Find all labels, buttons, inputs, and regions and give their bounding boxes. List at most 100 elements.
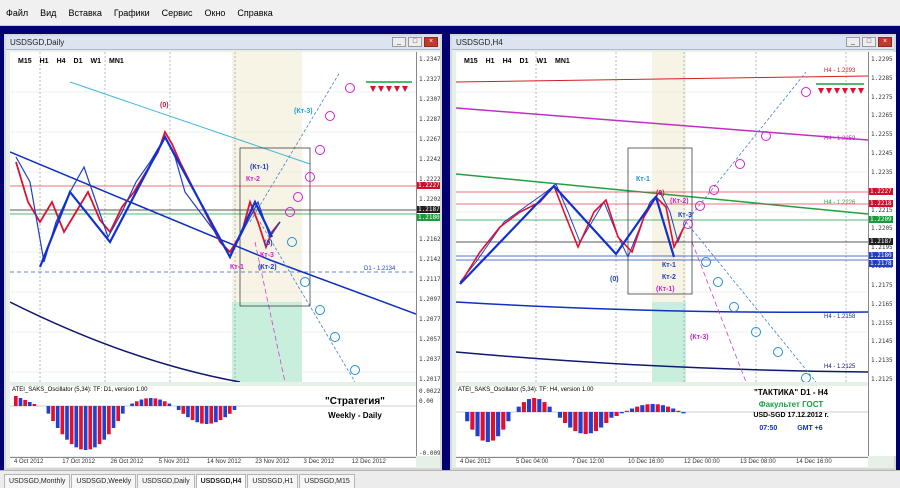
window-titlebar[interactable]: USDSGD,H4 _ □ × — [452, 36, 894, 50]
price-tick: 1.2287 — [419, 116, 440, 123]
oscillator-panel[interactable]: ATEI_SAKS_Oscillator (5,34): TF: D1, ver… — [10, 386, 416, 456]
wave-label-kt1-low: Кт-1 — [230, 264, 244, 271]
timeframe-button[interactable]: D1 — [520, 58, 529, 65]
caption-title: "Стратегия" — [325, 396, 385, 407]
oscillator-bar — [214, 406, 218, 423]
chart-tab[interactable]: USDSGD,H4 — [195, 474, 247, 488]
caption-time-row: 07:50 GMT +6 — [716, 425, 866, 432]
oscillator-bar — [676, 410, 681, 412]
menu-item[interactable]: Окно — [205, 8, 226, 18]
minimize-button[interactable]: _ — [846, 37, 860, 47]
price-tick: 1.2077 — [419, 316, 440, 323]
zigzag-red — [459, 184, 685, 285]
price-tick: 1.2235 — [871, 168, 893, 176]
maximize-button[interactable]: □ — [408, 37, 422, 47]
window-titlebar[interactable]: USDSGD,Daily _ □ × — [6, 36, 440, 50]
time-axis[interactable]: 4 Oct 2012 17 Oct 2012 26 Oct 2012 5 Nov 20… — [10, 457, 416, 467]
timeframe-button[interactable]: H4 — [503, 58, 512, 65]
time-axis[interactable]: 4 Dec 2012 5 Dec 04:00 7 Dec 12:00 10 Dec 1… — [456, 457, 868, 467]
timeframe-button[interactable]: H1 — [486, 58, 495, 65]
price-badge: 1.2227 — [869, 188, 893, 195]
menu-item[interactable]: Справка — [237, 8, 272, 18]
chart-window-h4[interactable]: USDSGD,H4 _ □ × M15 H1 H4 D1 W1 MN1 Кт-1… — [450, 34, 896, 470]
price-badge: 1.2227 — [417, 182, 440, 189]
price-tick: 1.2037 — [419, 356, 440, 363]
wave-blue-main — [459, 184, 676, 285]
oscillator-bar — [609, 412, 614, 418]
price-tick: 1.2275 — [871, 93, 893, 101]
chart-tab[interactable]: USDSGD,Weekly — [71, 474, 137, 488]
price-tick: 1.2327 — [419, 76, 440, 83]
wave-label-kt3: Кт-3 — [678, 212, 692, 219]
menu-item[interactable]: Сервис — [162, 8, 193, 18]
h4-level-label: H4 - 1.2293 — [824, 68, 856, 74]
oscillator-title: ATEI_SAKS_Oscillator (5,34): TF: D1, ver… — [12, 387, 148, 393]
time-tick: 12 Dec 2012 — [351, 459, 386, 465]
time-tick: 5 Dec 04:00 — [516, 459, 549, 465]
target-zone — [232, 302, 302, 382]
oscillator-bar — [153, 398, 158, 406]
caption-faculty: Факультет ГОСТ — [758, 400, 824, 409]
price-tick: 1.2265 — [871, 112, 893, 120]
price-badge: 1.2178 — [869, 260, 893, 267]
price-tick: 1.2142 — [419, 256, 440, 263]
oscillator-bar — [51, 406, 55, 422]
timeframe-button[interactable]: W1 — [90, 58, 101, 65]
oscillator-bar — [604, 412, 609, 423]
minimize-button[interactable]: _ — [392, 37, 406, 47]
chart-tab[interactable]: USDSGD,M15 — [299, 474, 355, 488]
price-tick: 1.2307 — [419, 96, 440, 103]
maximize-button[interactable]: □ — [862, 37, 876, 47]
oscillator-bar — [181, 406, 186, 414]
menu-item[interactable]: Вставка — [68, 8, 101, 18]
oscillator-bar — [516, 406, 521, 412]
oscillator-bar — [23, 400, 27, 406]
price-chart[interactable]: M15 H1 H4 D1 W1 MN1 (0) (Кт-3) (Кт-1) Кт-2 Кт… — [10, 52, 416, 382]
oscillator-bar — [496, 412, 501, 437]
close-button[interactable]: × — [878, 37, 892, 47]
timeframe-button[interactable]: MN1 — [109, 58, 124, 65]
price-tick: 1.2057 — [419, 336, 440, 343]
timeframe-button[interactable]: D1 — [74, 58, 83, 65]
caption-title: "ТАКТИКА" D1 - H4 — [754, 388, 828, 397]
chart-tab[interactable]: USDSGD,H1 — [247, 474, 299, 488]
chart-tab[interactable]: USDSGD,Monthly — [4, 474, 71, 488]
oscillator-bar — [660, 405, 665, 412]
wave-label-kt3-paren: (Кт-3) — [690, 334, 709, 341]
price-tick: 1.2347 — [419, 56, 440, 63]
blue-channel-upper — [10, 151, 416, 315]
timeframe-button[interactable]: M15 — [18, 58, 32, 65]
oscillator-bar — [614, 412, 619, 416]
price-chart[interactable]: M15 H1 H4 D1 W1 MN1 Кт-1 (0) (Кт-2) Кт-3 Кт-1… — [456, 52, 868, 382]
oscillator-bar — [232, 406, 237, 411]
price-chart-svg — [10, 52, 416, 382]
oscillator-tick: 0.00 — [419, 398, 434, 405]
oscillator-bar — [501, 412, 506, 430]
chart-tab[interactable]: USDSGD,Daily — [137, 474, 195, 488]
menu-item[interactable]: Вид — [40, 8, 56, 18]
oscillator-bar — [542, 402, 547, 412]
price-tick: 1.2155 — [871, 319, 893, 327]
timeframe-button[interactable]: W1 — [536, 58, 547, 65]
timeframe-button[interactable]: M15 — [464, 58, 478, 65]
price-scale[interactable]: 1.2347 1.2327 1.2307 1.2287 1.2267 1.2242 1.22… — [416, 52, 440, 456]
price-tick: 1.2162 — [419, 236, 440, 243]
time-tick: 4 Oct 2012 — [14, 459, 44, 465]
oscillator-bar — [27, 402, 32, 406]
chart-window-daily[interactable]: USDSGD,Daily _ □ × M15 H1 H4 D1 W1 MN1 (… — [4, 34, 442, 470]
oscillator-bar — [640, 405, 645, 412]
menu-item[interactable]: Файл — [6, 8, 28, 18]
close-button[interactable]: × — [424, 37, 438, 47]
h4-level-label: H4 - 1.2259 — [824, 136, 856, 142]
timeframe-button[interactable]: MN1 — [555, 58, 570, 65]
timeframe-button[interactable]: H4 — [57, 58, 66, 65]
timeframe-button[interactable]: H1 — [40, 58, 49, 65]
price-tick: 1.2165 — [871, 300, 893, 308]
oscillator-bar — [97, 406, 102, 445]
menu-item[interactable]: Графики — [114, 8, 150, 18]
oscillator-panel[interactable]: ATEI_SAKS_Oscillator (5,34): TF: H4, ver… — [456, 386, 868, 456]
price-badge: 1.2180 — [417, 214, 440, 221]
price-chart-svg — [456, 52, 868, 382]
oscillator-bar — [167, 403, 172, 406]
price-scale[interactable]: 1.2295 1.2285 1.2275 1.2265 1.2255 1.2245 1.22… — [868, 52, 896, 456]
